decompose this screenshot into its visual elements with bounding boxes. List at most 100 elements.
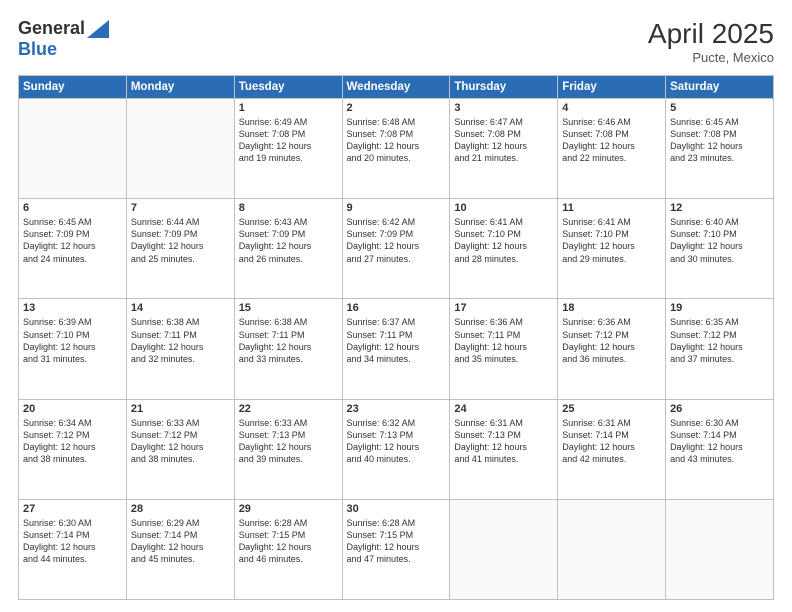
calendar-cell: 5 Sunrise: 6:45 AM Sunset: 7:08 PM Daylig… [666, 99, 774, 199]
page: General Blue April 2025 Pucte, Mexico Su… [0, 0, 792, 612]
calendar-cell: 9Sunrise: 6:42 AM Sunset: 7:09 PM Daylig… [342, 199, 450, 299]
day-number: 3 [454, 102, 553, 114]
calendar-cell: 30Sunrise: 6:28 AM Sunset: 7:15 PM Dayli… [342, 499, 450, 599]
day-number: 17 [454, 302, 553, 314]
calendar-week-row: 13 Sunrise: 6:39 AM Sunset: 7:10 PM Dayli… [19, 299, 774, 399]
day-number: 15 [239, 302, 338, 314]
day-detail: Sunrise: 6:43 AM Sunset: 7:09 PM Dayligh… [239, 216, 338, 265]
day-number: 27 [23, 503, 122, 515]
calendar-week-row: 1 Sunrise: 6:49 AM Sunset: 7:08 PM Daylig… [19, 99, 774, 199]
day-number: 30 [347, 503, 446, 515]
calendar-cell: 19 Sunrise: 6:35 AM Sunset: 7:12 PM Dayli… [666, 299, 774, 399]
day-number: 12 [670, 202, 769, 214]
day-detail: Sunrise: 6:29 AM Sunset: 7:14 PM Dayligh… [131, 517, 230, 566]
calendar-cell: 14Sunrise: 6:38 AM Sunset: 7:11 PM Dayli… [126, 299, 234, 399]
day-detail: Sunrise: 6:45 AM Sunset: 7:09 PM Dayligh… [23, 216, 122, 265]
day-number: 22 [239, 403, 338, 415]
day-detail: Sunrise: 6:45 AM Sunset: 7:08 PM Dayligh… [670, 116, 769, 165]
day-number: 5 [670, 102, 769, 114]
day-number: 8 [239, 202, 338, 214]
calendar-cell: 15Sunrise: 6:38 AM Sunset: 7:11 PM Dayli… [234, 299, 342, 399]
calendar-week-row: 6Sunrise: 6:45 AM Sunset: 7:09 PM Daylig… [19, 199, 774, 299]
logo: General Blue [18, 18, 109, 60]
logo-icon [87, 20, 109, 38]
day-number: 29 [239, 503, 338, 515]
day-detail: Sunrise: 6:32 AM Sunset: 7:13 PM Dayligh… [347, 417, 446, 466]
day-detail: Sunrise: 6:28 AM Sunset: 7:15 PM Dayligh… [239, 517, 338, 566]
day-number: 7 [131, 202, 230, 214]
day-detail: Sunrise: 6:40 AM Sunset: 7:10 PM Dayligh… [670, 216, 769, 265]
calendar-cell: 20 Sunrise: 6:34 AM Sunset: 7:12 PM Dayli… [19, 399, 127, 499]
calendar-cell: 25 Sunrise: 6:31 AM Sunset: 7:14 PM Dayli… [558, 399, 666, 499]
day-header-sunday: Sunday [19, 76, 127, 99]
day-header-friday: Friday [558, 76, 666, 99]
day-detail: Sunrise: 6:33 AM Sunset: 7:12 PM Dayligh… [131, 417, 230, 466]
calendar-cell: 17 Sunrise: 6:36 AM Sunset: 7:11 PM Dayli… [450, 299, 558, 399]
calendar-cell: 21 Sunrise: 6:33 AM Sunset: 7:12 PM Dayli… [126, 399, 234, 499]
calendar-cell: 4 Sunrise: 6:46 AM Sunset: 7:08 PM Daylig… [558, 99, 666, 199]
day-detail: Sunrise: 6:49 AM Sunset: 7:08 PM Dayligh… [239, 116, 338, 165]
day-detail: Sunrise: 6:35 AM Sunset: 7:12 PM Dayligh… [670, 316, 769, 365]
day-detail: Sunrise: 6:39 AM Sunset: 7:10 PM Dayligh… [23, 316, 122, 365]
calendar-cell: 6Sunrise: 6:45 AM Sunset: 7:09 PM Daylig… [19, 199, 127, 299]
calendar-cell: 18Sunrise: 6:36 AM Sunset: 7:12 PM Dayli… [558, 299, 666, 399]
day-detail: Sunrise: 6:31 AM Sunset: 7:14 PM Dayligh… [562, 417, 661, 466]
calendar-cell: 13 Sunrise: 6:39 AM Sunset: 7:10 PM Dayli… [19, 299, 127, 399]
day-detail: Sunrise: 6:30 AM Sunset: 7:14 PM Dayligh… [23, 517, 122, 566]
calendar-cell: 28 Sunrise: 6:29 AM Sunset: 7:14 PM Dayli… [126, 499, 234, 599]
calendar-cell: 23Sunrise: 6:32 AM Sunset: 7:13 PM Dayli… [342, 399, 450, 499]
calendar-cell [19, 99, 127, 199]
calendar-cell: 27 Sunrise: 6:30 AM Sunset: 7:14 PM Dayli… [19, 499, 127, 599]
calendar-cell: 10Sunrise: 6:41 AM Sunset: 7:10 PM Dayli… [450, 199, 558, 299]
day-detail: Sunrise: 6:34 AM Sunset: 7:12 PM Dayligh… [23, 417, 122, 466]
day-number: 16 [347, 302, 446, 314]
day-detail: Sunrise: 6:31 AM Sunset: 7:13 PM Dayligh… [454, 417, 553, 466]
day-header-wednesday: Wednesday [342, 76, 450, 99]
day-number: 20 [23, 403, 122, 415]
day-number: 4 [562, 102, 661, 114]
day-detail: Sunrise: 6:42 AM Sunset: 7:09 PM Dayligh… [347, 216, 446, 265]
calendar-cell: 29 Sunrise: 6:28 AM Sunset: 7:15 PM Dayli… [234, 499, 342, 599]
month-year: April 2025 [648, 18, 774, 50]
day-number: 11 [562, 202, 661, 214]
calendar-cell: 11 Sunrise: 6:41 AM Sunset: 7:10 PM Dayli… [558, 199, 666, 299]
day-detail: Sunrise: 6:41 AM Sunset: 7:10 PM Dayligh… [454, 216, 553, 265]
calendar-cell: 12 Sunrise: 6:40 AM Sunset: 7:10 PM Dayli… [666, 199, 774, 299]
day-number: 26 [670, 403, 769, 415]
calendar-cell: 2 Sunrise: 6:48 AM Sunset: 7:08 PM Daylig… [342, 99, 450, 199]
logo-general-text: General [18, 18, 85, 39]
day-detail: Sunrise: 6:37 AM Sunset: 7:11 PM Dayligh… [347, 316, 446, 365]
calendar-cell [126, 99, 234, 199]
day-header-tuesday: Tuesday [234, 76, 342, 99]
day-detail: Sunrise: 6:33 AM Sunset: 7:13 PM Dayligh… [239, 417, 338, 466]
day-detail: Sunrise: 6:41 AM Sunset: 7:10 PM Dayligh… [562, 216, 661, 265]
location: Pucte, Mexico [648, 50, 774, 65]
calendar-cell [450, 499, 558, 599]
day-number: 1 [239, 102, 338, 114]
day-detail: Sunrise: 6:36 AM Sunset: 7:12 PM Dayligh… [562, 316, 661, 365]
day-detail: Sunrise: 6:36 AM Sunset: 7:11 PM Dayligh… [454, 316, 553, 365]
title-block: April 2025 Pucte, Mexico [648, 18, 774, 65]
day-number: 19 [670, 302, 769, 314]
day-number: 21 [131, 403, 230, 415]
day-header-thursday: Thursday [450, 76, 558, 99]
calendar-cell: 22 Sunrise: 6:33 AM Sunset: 7:13 PM Dayli… [234, 399, 342, 499]
day-detail: Sunrise: 6:48 AM Sunset: 7:08 PM Dayligh… [347, 116, 446, 165]
calendar-header-row: SundayMondayTuesdayWednesdayThursdayFrid… [19, 76, 774, 99]
day-detail: Sunrise: 6:46 AM Sunset: 7:08 PM Dayligh… [562, 116, 661, 165]
calendar-cell: 7Sunrise: 6:44 AM Sunset: 7:09 PM Daylig… [126, 199, 234, 299]
calendar-cell: 3 Sunrise: 6:47 AM Sunset: 7:08 PM Daylig… [450, 99, 558, 199]
day-number: 24 [454, 403, 553, 415]
day-header-monday: Monday [126, 76, 234, 99]
day-number: 28 [131, 503, 230, 515]
day-number: 25 [562, 403, 661, 415]
calendar-cell: 26 Sunrise: 6:30 AM Sunset: 7:14 PM Dayli… [666, 399, 774, 499]
day-detail: Sunrise: 6:47 AM Sunset: 7:08 PM Dayligh… [454, 116, 553, 165]
day-detail: Sunrise: 6:30 AM Sunset: 7:14 PM Dayligh… [670, 417, 769, 466]
day-number: 2 [347, 102, 446, 114]
day-header-saturday: Saturday [666, 76, 774, 99]
calendar-cell: 8 Sunrise: 6:43 AM Sunset: 7:09 PM Daylig… [234, 199, 342, 299]
calendar-cell: 1 Sunrise: 6:49 AM Sunset: 7:08 PM Daylig… [234, 99, 342, 199]
day-number: 13 [23, 302, 122, 314]
calendar-cell: 24 Sunrise: 6:31 AM Sunset: 7:13 PM Dayli… [450, 399, 558, 499]
